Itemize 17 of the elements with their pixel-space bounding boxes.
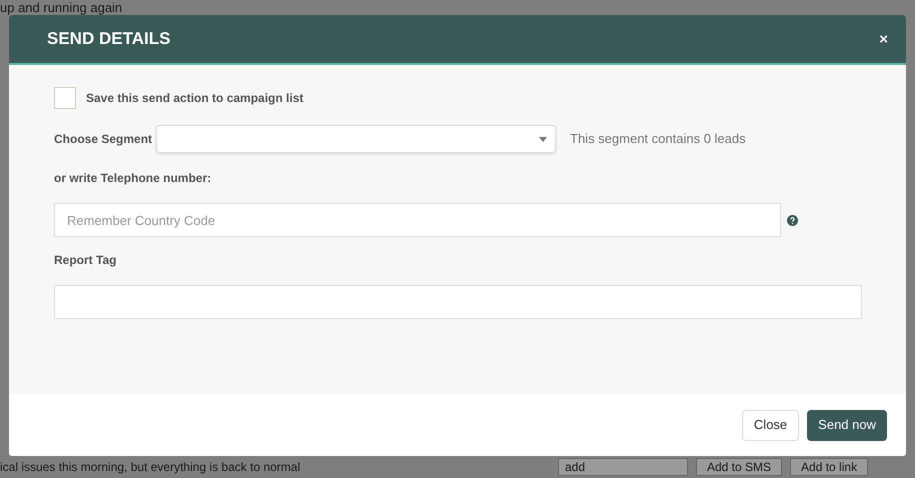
checkbox-label: Save this send action to campaign list [86, 90, 304, 107]
close-button[interactable]: Close [742, 410, 800, 440]
checkbox[interactable] [54, 87, 76, 109]
background-text: up and running again [0, 0, 122, 15]
segment-label: Choose Segment [54, 131, 152, 148]
caret-icon [539, 136, 548, 142]
help-icon[interactable] [787, 214, 798, 226]
segment-select[interactable] [156, 125, 556, 153]
background-text: ical issues this morning, but everything is back to normal [0, 459, 302, 476]
segment-info: This segment contains 0 leads [570, 130, 746, 148]
close-button[interactable]: × [879, 32, 888, 46]
modal-title: SEND DETAILS [47, 28, 170, 50]
report-tag-field[interactable] [54, 285, 862, 319]
report-tag-label: Report Tag [54, 252, 116, 269]
telephone-field[interactable]: Remember Country Code [54, 203, 781, 237]
telephone-label: or write Telephone number: [54, 170, 212, 187]
send-button[interactable]: Send now [807, 410, 887, 440]
